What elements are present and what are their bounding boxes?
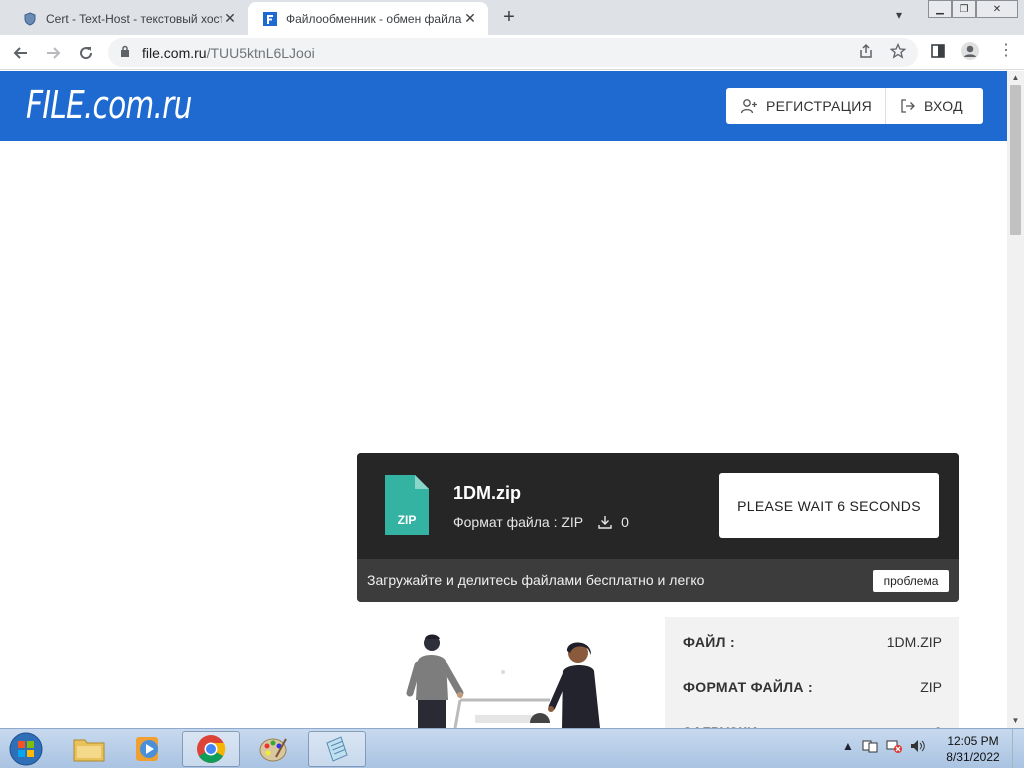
file-format-text: Формат файла : ZIP [453, 514, 584, 530]
illustration [380, 625, 640, 728]
close-window-icon[interactable]: ✕ [976, 0, 1018, 18]
url-path: /TUU5ktnL6LJooi [206, 44, 315, 61]
report-problem-button[interactable]: проблема [873, 570, 949, 592]
info-key: ФАЙЛ : [683, 633, 735, 650]
address-bar[interactable]: file.com.ru/TUU5ktnL6LJooi [108, 38, 918, 67]
download-icon [598, 516, 612, 529]
tab-cert-text-host[interactable]: Cert - Text-Host - текстовый хостинг ✕ [8, 2, 248, 35]
info-row: ФОРМАТ ФАЙЛА : ZIP [665, 664, 959, 709]
chrome-icon [197, 735, 226, 763]
action-center-icon[interactable] [862, 739, 878, 756]
file-meta: Формат файла : ZIP 0 [453, 514, 629, 530]
clock-date: 8/31/2022 [946, 750, 1000, 764]
info-value: 1DM.ZIP [886, 633, 942, 650]
scroll-up-arrow-icon[interactable]: ▲ [1007, 71, 1024, 85]
scroll-down-arrow-icon[interactable]: ▼ [1007, 714, 1024, 728]
back-icon[interactable] [9, 41, 33, 65]
login-label: ВХОД [924, 98, 963, 114]
show-desktop-button[interactable] [1012, 729, 1024, 768]
volume-icon[interactable] [910, 739, 926, 756]
clock[interactable]: 12:05 PM 8/31/2022 [938, 733, 1008, 765]
file-name: 1DM.zip [453, 483, 522, 503]
site-logo[interactable]: FILE.com.ru [26, 83, 192, 127]
lock-icon [120, 45, 134, 60]
tab-search-chevron-icon[interactable]: ▾ [896, 8, 902, 22]
register-label: РЕГИСТРАЦИЯ [766, 98, 873, 114]
url-host: file.com.ru [142, 44, 207, 61]
media-player-taskbar-button[interactable] [120, 731, 178, 767]
media-player-icon [136, 737, 158, 761]
sign-in-icon [900, 98, 916, 114]
profile-avatar-icon[interactable] [960, 41, 980, 64]
shield-icon [22, 11, 38, 27]
start-button[interactable] [4, 731, 48, 767]
info-row: ЗАГРУЗКИ : 0 [665, 709, 959, 729]
chrome-taskbar-button[interactable] [182, 731, 240, 767]
minimize-icon[interactable]: ▁ [928, 0, 952, 18]
menu-kebab-icon[interactable]: ⋮ [998, 40, 1014, 60]
file-card-footer: Загружайте и делитесь файлами бесплатно … [357, 559, 959, 602]
show-hidden-icons-icon[interactable]: ▲ [842, 739, 854, 756]
login-button[interactable]: ВХОД [886, 88, 983, 124]
tab-file-exchange[interactable]: Файлообменник - обмен файлами ✕ [248, 2, 488, 35]
download-count-value: 0 [621, 514, 629, 530]
forward-icon[interactable] [41, 41, 65, 65]
share-icon[interactable] [858, 43, 874, 62]
close-tab-icon[interactable]: ✕ [462, 10, 478, 27]
restore-icon[interactable]: ❐ [952, 0, 976, 18]
network-warning-icon[interactable] [886, 739, 902, 756]
bookmark-star-icon[interactable] [889, 42, 907, 62]
info-value: ZIP [920, 678, 942, 695]
scrollbar-thumb[interactable] [1010, 85, 1021, 235]
add-user-icon [740, 98, 758, 114]
file-info-table: ФАЙЛ : 1DM.ZIP ФОРМАТ ФАЙЛА : ZIP ЗАГРУЗ… [665, 617, 959, 728]
tab-strip: Cert - Text-Host - текстовый хостинг ✕ Ф… [0, 0, 1024, 35]
zip-icon-label: ZIP [397, 513, 417, 527]
file-site-favicon-icon [262, 11, 278, 27]
info-row: ФАЙЛ : 1DM.ZIP [665, 619, 959, 664]
browser-toolbar: file.com.ru/TUU5ktnL6LJooi ⋮ [0, 35, 1024, 70]
side-panel-icon[interactable] [930, 43, 946, 62]
info-key: ФОРМАТ ФАЙЛА : [683, 678, 813, 695]
zip-file-icon: ZIP [385, 475, 429, 540]
notepad-icon [326, 736, 348, 762]
paint-palette-icon [259, 738, 287, 762]
notepad-taskbar-button[interactable] [308, 731, 366, 767]
site-header: FILE.com.ru РЕГИСТРАЦИЯ ВХОД [0, 71, 1007, 141]
taskbar: ▲ 12:05 PM 8/31/2022 [0, 728, 1024, 768]
vertical-scrollbar[interactable]: ▲ ▼ [1007, 71, 1024, 728]
system-tray: ▲ [842, 739, 926, 756]
tab-title: Cert - Text-Host - текстовый хостинг [46, 11, 222, 26]
paint-taskbar-button[interactable] [244, 731, 302, 767]
auth-buttons: РЕГИСТРАЦИЯ ВХОД [726, 88, 983, 124]
reload-icon[interactable] [74, 41, 98, 65]
explorer-taskbar-button[interactable] [60, 731, 118, 767]
close-tab-icon[interactable]: ✕ [222, 10, 238, 27]
tagline: Загружайте и делитесь файлами бесплатно … [367, 572, 705, 588]
register-button[interactable]: РЕГИСТРАЦИЯ [726, 88, 886, 124]
new-tab-icon[interactable]: + [498, 6, 520, 29]
file-card-top: ZIP 1DM.zip Формат файла : ZIP 0 PLEASE … [357, 453, 959, 559]
tab-title: Файлообменник - обмен файлами [286, 11, 462, 26]
windows-logo-icon [9, 732, 43, 766]
download-wait-button[interactable]: PLEASE WAIT 6 SECONDS [719, 473, 939, 538]
download-count: 0 [597, 514, 629, 530]
clock-time: 12:05 PM [947, 734, 999, 748]
folder-icon [73, 739, 105, 762]
file-card: ZIP 1DM.zip Формат файла : ZIP 0 PLEASE … [357, 453, 959, 602]
